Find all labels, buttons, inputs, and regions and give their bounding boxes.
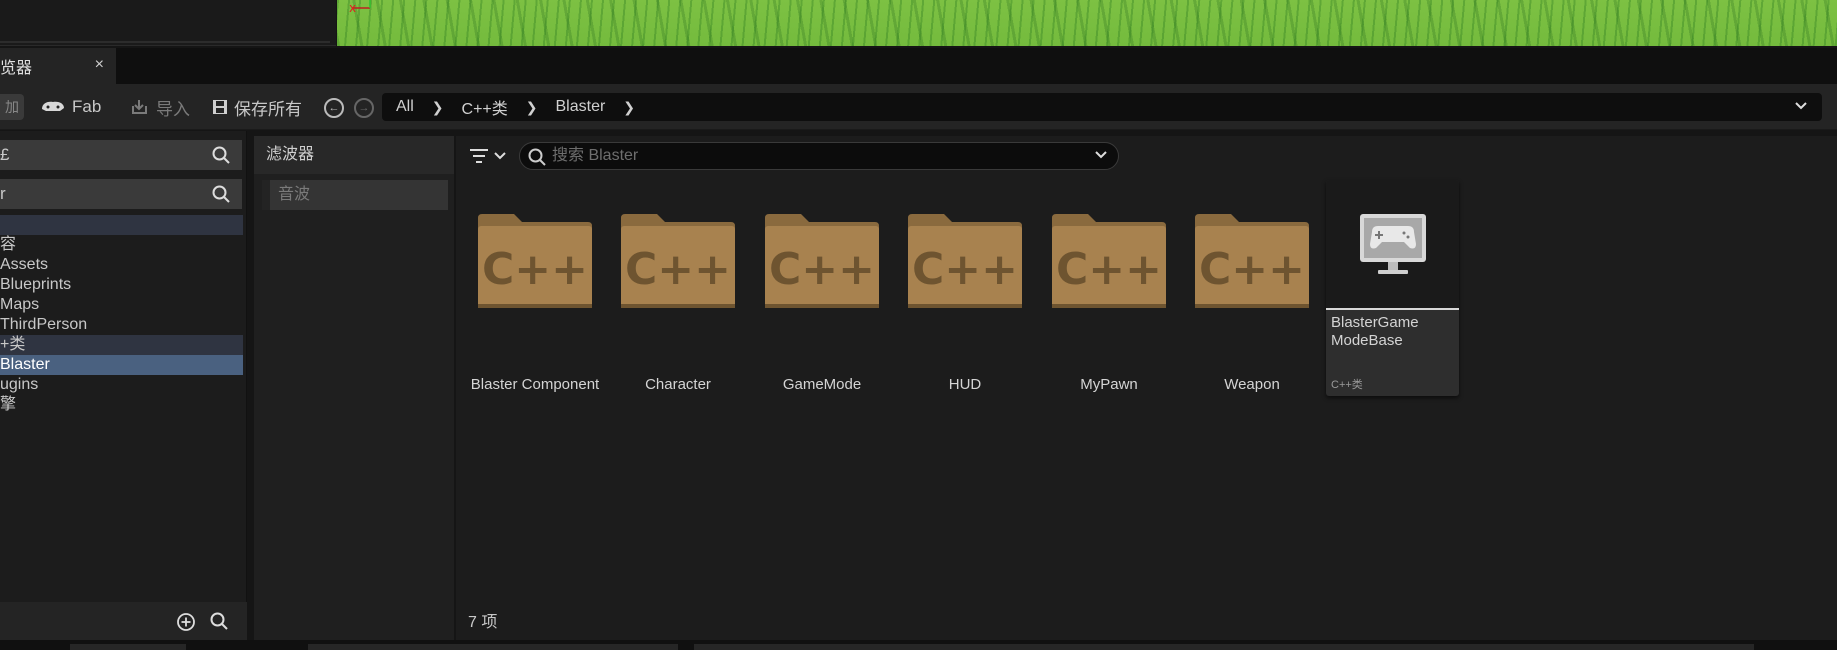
- svg-text:C++: C++: [482, 244, 588, 295]
- folder-name: HUD: [948, 376, 982, 393]
- save-all-button[interactable]: 保存所有: [212, 96, 302, 119]
- axis-gizmo-icon: x: [349, 0, 371, 12]
- tree-item[interactable]: ugins: [0, 375, 243, 395]
- tree-header-search[interactable]: £: [0, 140, 242, 170]
- breadcrumb: All ❯ C++类 ❯ Blaster ❯: [382, 93, 1822, 121]
- save-all-label: 保存所有: [234, 99, 302, 119]
- svg-text:C++: C++: [1199, 244, 1305, 295]
- viewport-side-panel: [0, 0, 336, 46]
- cpp-folder-icon: C++: [621, 214, 735, 308]
- game-mode-icon: [1360, 214, 1426, 274]
- chevron-right-icon[interactable]: ❯: [526, 99, 538, 116]
- back-arrow-icon[interactable]: ←: [324, 98, 344, 118]
- chevron-down-icon[interactable]: [1094, 148, 1108, 162]
- tree-search-input[interactable]: r: [0, 179, 242, 209]
- svg-text:x: x: [349, 1, 356, 12]
- add-button[interactable]: 加: [0, 94, 24, 120]
- search-icon[interactable]: [210, 612, 228, 630]
- bottom-tab[interactable]: [694, 644, 1754, 650]
- item-count: 7 项: [468, 614, 498, 631]
- folder-name: Weapon: [1224, 376, 1280, 393]
- svg-text:C++: C++: [1056, 244, 1162, 295]
- folder-name: Character: [645, 376, 711, 393]
- breadcrumb-cpp-classes[interactable]: C++类: [462, 95, 508, 119]
- tree-search-value: r: [0, 184, 6, 203]
- folder-name: Blaster Component: [470, 376, 600, 393]
- content-browser-toolbar: 加 Fab 导入 保存所有 ← → All ❯ C++类 ❯ Blaster ❯: [0, 84, 1837, 130]
- svg-text:C++: C++: [912, 244, 1018, 295]
- cpp-folder-icon: C++: [1052, 214, 1166, 308]
- folder-name: MyPawn: [1080, 376, 1138, 393]
- tab-label: 览器: [0, 60, 33, 77]
- close-icon[interactable]: ×: [95, 56, 104, 74]
- chevron-down-icon[interactable]: [1794, 99, 1808, 113]
- tree-item[interactable]: 容: [0, 235, 243, 255]
- fab-label: Fab: [72, 97, 102, 116]
- folder-tree-panel: £ r 容 Assets Blueprints Maps ThirdPerson…: [0, 131, 247, 640]
- fab-icon: [42, 101, 64, 111]
- level-viewport[interactable]: x: [0, 0, 1837, 46]
- asset-type: C++类: [1331, 379, 1363, 391]
- folder-tile[interactable]: C++ Weapon: [1187, 196, 1317, 396]
- asset-view: C++ Blaster Component C++ Character C++ …: [456, 136, 1837, 640]
- tree-item[interactable]: Maps: [0, 295, 243, 315]
- chevron-right-icon[interactable]: ❯: [432, 99, 444, 116]
- search-icon[interactable]: [212, 146, 230, 164]
- tree-item[interactable]: 擎: [0, 395, 243, 415]
- folder-name: GameMode: [782, 376, 862, 393]
- tree-item-selected[interactable]: Blaster: [0, 355, 243, 375]
- cpp-folder-icon: C++: [478, 214, 592, 308]
- forward-arrow-icon[interactable]: →: [354, 98, 374, 118]
- svg-text:C++: C++: [625, 244, 731, 295]
- cpp-folder-icon: C++: [1195, 214, 1309, 308]
- tree-footer: [0, 602, 247, 640]
- breadcrumb-all[interactable]: All: [396, 98, 414, 116]
- search-input[interactable]: [552, 146, 1072, 166]
- panel-tab-bar: 览器 ×: [0, 48, 1837, 84]
- bottom-tab[interactable]: [308, 644, 678, 650]
- fab-button[interactable]: Fab: [40, 96, 101, 118]
- asset-search-box[interactable]: [519, 142, 1119, 170]
- folder-tile[interactable]: C++ MyPawn: [1044, 196, 1174, 396]
- filters-panel: 滤波器 音波: [254, 136, 454, 640]
- folder-tile[interactable]: C++ Character: [613, 196, 743, 396]
- import-icon: [132, 100, 147, 114]
- svg-text:C++: C++: [769, 244, 875, 295]
- bottom-tab[interactable]: [70, 644, 186, 650]
- tree-item[interactable]: [0, 215, 243, 235]
- search-icon: [528, 148, 546, 166]
- folder-tile[interactable]: C++ HUD: [900, 196, 1030, 396]
- cpp-folder-icon: C++: [908, 214, 1022, 308]
- chevron-right-icon[interactable]: ❯: [623, 99, 635, 116]
- tree-item[interactable]: Blueprints: [0, 275, 243, 295]
- search-icon[interactable]: [212, 185, 230, 203]
- filter-dropdown-icon[interactable]: [468, 146, 508, 166]
- asset-name: BlasterGame ModeBase: [1331, 314, 1419, 349]
- filters-title: 滤波器: [254, 136, 454, 174]
- tree-header-label: £: [0, 145, 10, 164]
- breadcrumb-blaster[interactable]: Blaster: [556, 98, 606, 116]
- asset-tile[interactable]: BlasterGame ModeBase C++类: [1326, 180, 1459, 396]
- tree-item[interactable]: Assets: [0, 255, 243, 275]
- cpp-folder-icon: C++: [765, 214, 879, 308]
- import-label: 导入: [156, 99, 190, 119]
- folder-tile[interactable]: C++ Blaster Component: [470, 196, 600, 396]
- bottom-status-strip: [0, 640, 1837, 650]
- asset-thumbnail: [1326, 180, 1459, 310]
- tree-item[interactable]: +类: [0, 335, 243, 355]
- tab-content-browser[interactable]: 览器 ×: [0, 48, 116, 84]
- import-button[interactable]: 导入: [130, 96, 190, 119]
- folder-tile[interactable]: C++ GameMode: [757, 196, 887, 396]
- add-circle-icon[interactable]: [176, 612, 196, 632]
- tree-item[interactable]: ThirdPerson: [0, 315, 243, 335]
- viewport-scene[interactable]: [337, 0, 1837, 46]
- filter-item-sound-wave[interactable]: 音波: [262, 180, 448, 210]
- save-icon: [213, 100, 227, 114]
